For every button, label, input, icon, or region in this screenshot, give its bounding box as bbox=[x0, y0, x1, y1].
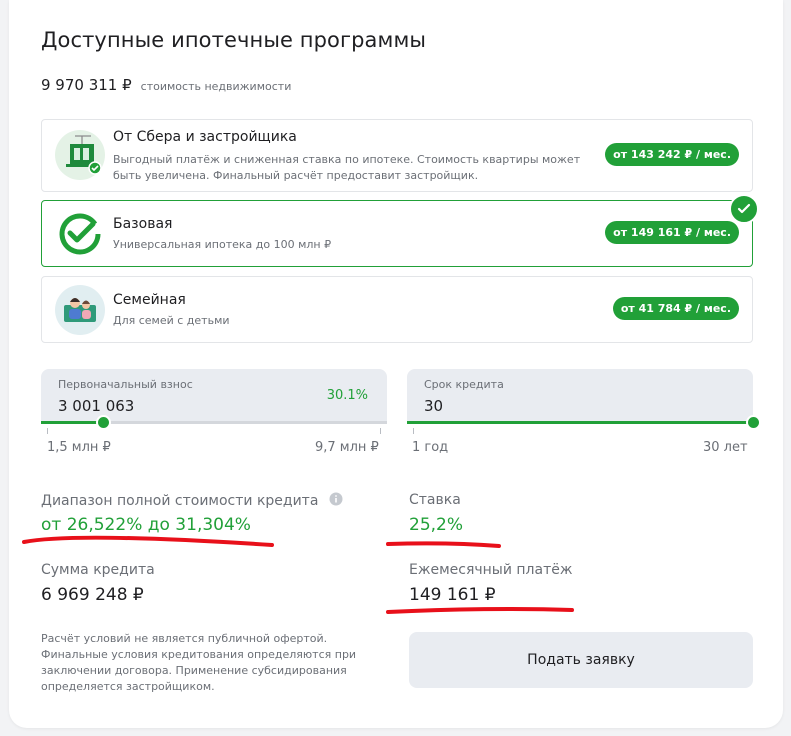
program-card-basic[interactable]: Базовая Универсальная ипотека до 100 млн… bbox=[41, 194, 759, 267]
disclaimer-text: Расчёт условий не является публичной офе… bbox=[41, 632, 357, 693]
loan-amount-label: Сумма кредита bbox=[41, 562, 155, 578]
loan-term-slider-handle[interactable] bbox=[746, 415, 761, 430]
family-icon bbox=[55, 285, 105, 335]
program-description: Универсальная ипотека до 100 млн ₽ bbox=[113, 238, 332, 251]
program-name: Семейная bbox=[113, 292, 186, 308]
mortgage-programs-card bbox=[9, 0, 783, 728]
loan-term-input[interactable]: Срок кредита 30 bbox=[407, 369, 753, 424]
rate-value: 25,2% bbox=[409, 515, 464, 535]
track-tick bbox=[413, 428, 414, 434]
building-icon bbox=[55, 130, 105, 180]
psk-label-row: Диапазон полной стоимости кредита bbox=[41, 492, 343, 510]
loan-term-value: 30 bbox=[424, 397, 444, 415]
program-card-family[interactable]: Семейная Для семей с детьми от 41 784 ₽ … bbox=[41, 276, 753, 343]
psk-value: от 26,522% до 31,304% bbox=[41, 515, 251, 535]
program-name: От Сбера и застройщика bbox=[113, 129, 297, 145]
monthly-payment-label: Ежемесячный платёж bbox=[409, 562, 573, 578]
track-tick bbox=[380, 428, 381, 434]
program-payment-badge: от 149 161 ₽ / мес. bbox=[605, 221, 739, 244]
loan-term-label: Срок кредита bbox=[424, 378, 504, 391]
loan-term-min: 1 год bbox=[412, 440, 449, 455]
down-payment-percent: 30.1% bbox=[326, 388, 368, 403]
monthly-payment-value: 149 161 ₽ bbox=[409, 585, 496, 605]
down-payment-input[interactable]: Первоначальный взнос 3 001 063 30.1% bbox=[41, 369, 387, 424]
track-tick bbox=[47, 428, 48, 434]
program-name: Базовая bbox=[113, 216, 173, 232]
property-price: 9 970 311 ₽ bbox=[41, 76, 132, 94]
program-description: Выгодный платёж и сниженная ставка по ип… bbox=[113, 153, 581, 182]
down-payment-track-fill bbox=[41, 421, 104, 424]
sber-logo-icon bbox=[55, 209, 105, 259]
property-price-caption: стоимость недвижимости bbox=[140, 80, 292, 93]
info-icon[interactable] bbox=[329, 492, 343, 510]
program-payment-badge: от 41 784 ₽ / мес. bbox=[612, 297, 739, 320]
loan-term-max: 30 лет bbox=[703, 440, 748, 455]
selected-check-icon bbox=[729, 194, 759, 224]
down-payment-max: 9,7 млн ₽ bbox=[315, 440, 379, 455]
down-payment-value: 3 001 063 bbox=[58, 397, 135, 415]
program-description: Для семей с детьми bbox=[113, 314, 230, 327]
loan-amount-value: 6 969 248 ₽ bbox=[41, 585, 144, 605]
property-price-row: 9 970 311 ₽ стоимость недвижимости bbox=[41, 76, 291, 94]
page-title: Доступные ипотечные программы bbox=[41, 28, 427, 52]
loan-term-track-fill bbox=[407, 421, 753, 424]
rate-label: Ставка bbox=[409, 492, 461, 508]
program-card-developer[interactable]: От Сбера и застройщика Выгодный платёж и… bbox=[41, 119, 753, 192]
submit-application-button[interactable]: Подать заявку bbox=[409, 632, 753, 688]
program-payment-badge: от 143 242 ₽ / мес. bbox=[605, 143, 739, 166]
down-payment-min: 1,5 млн ₽ bbox=[47, 440, 111, 455]
psk-label: Диапазон полной стоимости кредита bbox=[41, 493, 319, 509]
down-payment-label: Первоначальный взнос bbox=[58, 378, 193, 391]
